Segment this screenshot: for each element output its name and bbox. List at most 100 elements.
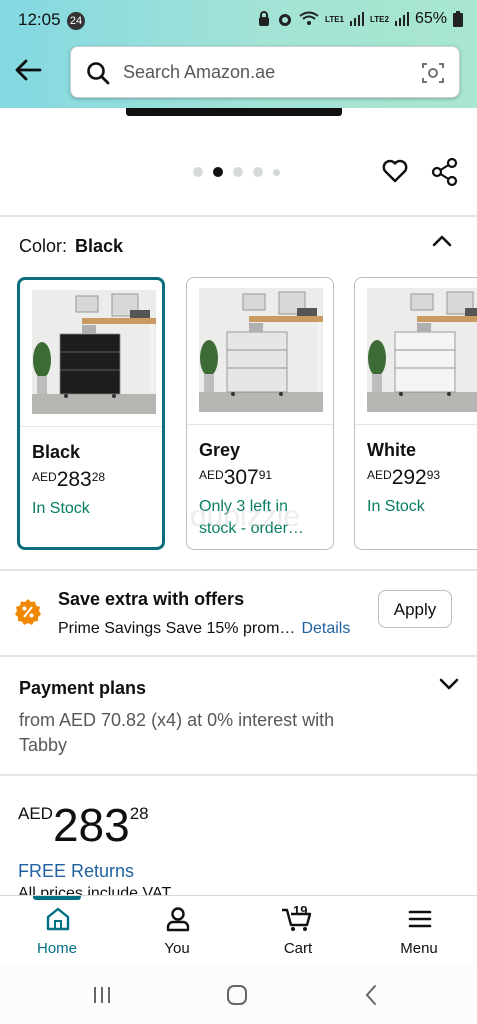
price-fraction: 28: [91, 470, 106, 484]
free-returns-link[interactable]: FREE Returns: [18, 861, 134, 882]
payment-plans-title[interactable]: Payment plans: [19, 678, 146, 699]
swatch-price: AED30791: [199, 466, 272, 490]
desk-leg: [317, 322, 321, 392]
chevron-down-icon[interactable]: [438, 675, 460, 693]
recent-apps-icon[interactable]: [90, 983, 114, 1007]
price-fraction: 93: [426, 468, 441, 482]
swatch-name: Black: [32, 442, 81, 462]
price-whole: 283: [52, 799, 130, 851]
offers-subtitle: Prime Savings Save 15% prom… Details: [58, 620, 350, 638]
status-time: 12:05: [18, 10, 61, 29]
nav-label: You: [164, 940, 190, 957]
system-navigation-bar: [0, 965, 477, 1024]
app-header: 12:05 24 LTE1 LTE2 65% Search Amazon.ae: [0, 0, 477, 108]
chevron-up-icon[interactable]: [430, 230, 454, 250]
wall-frame: [242, 293, 266, 311]
product-price: AED28328: [18, 798, 149, 852]
plant-pot: [372, 374, 382, 392]
offer-text: Prime Savings Save 15% prom…: [58, 620, 296, 637]
caster-wheel: [447, 392, 451, 396]
selected-color: Black: [75, 236, 124, 256]
desk-items: [465, 308, 477, 316]
home-icon: [46, 907, 70, 931]
payment-plans-text: from AED 70.82 (x4) at 0% interest with …: [19, 710, 335, 755]
back-arrow-icon[interactable]: [12, 54, 44, 86]
active-tab-indicator: [33, 896, 81, 900]
caster-wheel: [112, 394, 116, 398]
swatch-card-white[interactable]: White AED29293 In Stock: [354, 277, 477, 550]
price-currency: AED: [18, 804, 53, 823]
price-whole: 292: [391, 466, 427, 489]
plant-leaves: [368, 340, 386, 376]
wall-frame: [410, 293, 434, 311]
gallery-dot[interactable]: [253, 167, 263, 177]
floor: [367, 392, 477, 412]
search-input[interactable]: Search Amazon.ae: [70, 46, 460, 98]
offers-title: Save extra with offers: [58, 589, 245, 609]
cabinet-top-items: [417, 323, 431, 332]
camera-lens-icon[interactable]: [421, 61, 445, 85]
cabinet-body: [394, 331, 456, 393]
search-placeholder: Search Amazon.ae: [123, 62, 276, 82]
product-thumbnail: [32, 290, 156, 414]
caster-wheel: [231, 392, 235, 396]
nav-label: Cart: [283, 940, 313, 957]
nav-you[interactable]: You: [132, 896, 222, 966]
swatch-price: AED28328: [32, 468, 105, 492]
watermark: dubizzle: [190, 500, 301, 533]
cabinet-body: [226, 331, 288, 393]
nav-menu[interactable]: Menu: [374, 896, 464, 966]
network-1-label: LTE1: [325, 14, 344, 24]
home-button-icon[interactable]: [225, 983, 249, 1007]
nav-home[interactable]: Home: [12, 896, 102, 966]
swatch-name: Grey: [199, 440, 241, 460]
cabinet-top-items: [82, 325, 96, 334]
card-divider: [20, 426, 162, 427]
product-thumbnail: [199, 288, 323, 412]
swatch-card-black[interactable]: Black AED28328 In Stock: [17, 277, 165, 550]
gallery-dot[interactable]: [273, 168, 280, 176]
wifi-icon: [299, 11, 319, 25]
caster-wheel: [399, 392, 403, 396]
product-thumbnail: [367, 288, 477, 412]
bottom-navigation: Home You 19 Cart Menu: [0, 895, 477, 966]
search-icon: [87, 62, 110, 85]
apply-button[interactable]: Apply: [378, 590, 452, 628]
plant-leaves: [33, 342, 51, 378]
color-label-text: Color:: [19, 236, 68, 256]
battery-percent: 65%: [414, 10, 447, 27]
notification-badge: 24: [67, 12, 85, 30]
status-icons: LTE1 LTE2 65%: [257, 10, 463, 28]
stock-status: In Stock: [32, 500, 90, 517]
cabinet-top-items: [249, 323, 263, 332]
section-divider: [0, 569, 477, 571]
section-divider: [0, 655, 477, 657]
share-icon[interactable]: [430, 157, 460, 187]
signal-icon: [394, 12, 409, 26]
wall-frame: [75, 295, 99, 313]
caster-wheel: [64, 394, 68, 398]
cabinet-body: [59, 333, 121, 395]
price-currency: AED: [199, 468, 224, 482]
card-divider: [355, 424, 477, 425]
nav-cart[interactable]: 19 Cart: [253, 896, 343, 966]
person-icon: [166, 907, 190, 932]
price-currency: AED: [367, 468, 392, 482]
price-currency: AED: [32, 470, 57, 484]
color-selector-label: Color: Black: [19, 236, 123, 257]
network-2-label: LTE2: [370, 14, 389, 24]
lock-icon: [259, 11, 270, 26]
offer-details-link[interactable]: Details: [301, 620, 350, 637]
floor: [199, 392, 323, 412]
heart-icon[interactable]: [381, 157, 409, 185]
section-divider: [0, 774, 477, 776]
price-fraction: 91: [258, 468, 273, 482]
gallery-dot-active[interactable]: [213, 167, 223, 177]
desk-items: [297, 308, 317, 316]
back-button-icon[interactable]: [360, 983, 384, 1007]
gallery-dot[interactable]: [233, 167, 243, 177]
section-divider: [0, 215, 477, 217]
menu-icon: [408, 910, 432, 928]
gallery-dot[interactable]: [193, 167, 203, 177]
caster-wheel: [279, 392, 283, 396]
